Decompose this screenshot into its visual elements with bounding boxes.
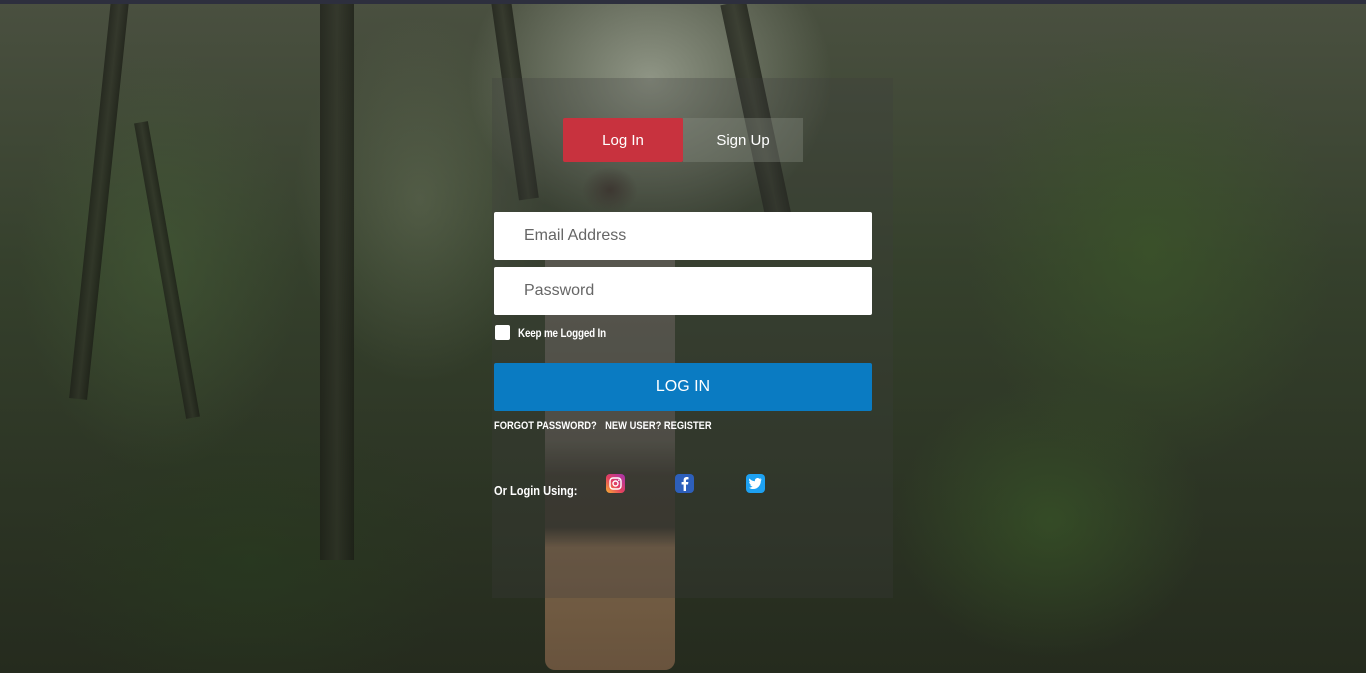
- login-button[interactable]: LOG IN: [494, 363, 872, 411]
- remember-checkbox[interactable]: [495, 325, 510, 340]
- forgot-password-link[interactable]: FORGOT PASSWORD?: [494, 420, 597, 432]
- auth-links: FORGOT PASSWORD? NEW USER? REGISTER: [494, 420, 712, 432]
- tree-trunk: [69, 0, 129, 400]
- remember-me: Keep me Logged In: [495, 325, 625, 340]
- tree-trunk: [320, 0, 354, 560]
- login-page: Log In Sign Up Keep me Logged In LOG IN …: [0, 0, 1366, 673]
- twitter-icon[interactable]: [746, 474, 765, 493]
- auth-tabs: Log In Sign Up: [563, 118, 803, 162]
- browser-top-strip: [0, 0, 1366, 4]
- remember-label: Keep me Logged In: [518, 325, 606, 340]
- tab-login[interactable]: Log In: [563, 118, 683, 162]
- instagram-icon[interactable]: [606, 474, 625, 493]
- tab-signup[interactable]: Sign Up: [683, 118, 803, 162]
- tree-trunk: [134, 121, 200, 419]
- register-link[interactable]: NEW USER? REGISTER: [605, 420, 712, 432]
- social-login-label: Or Login Using:: [494, 483, 578, 498]
- password-field[interactable]: [494, 267, 872, 315]
- facebook-icon[interactable]: [675, 474, 694, 493]
- email-field[interactable]: [494, 212, 872, 260]
